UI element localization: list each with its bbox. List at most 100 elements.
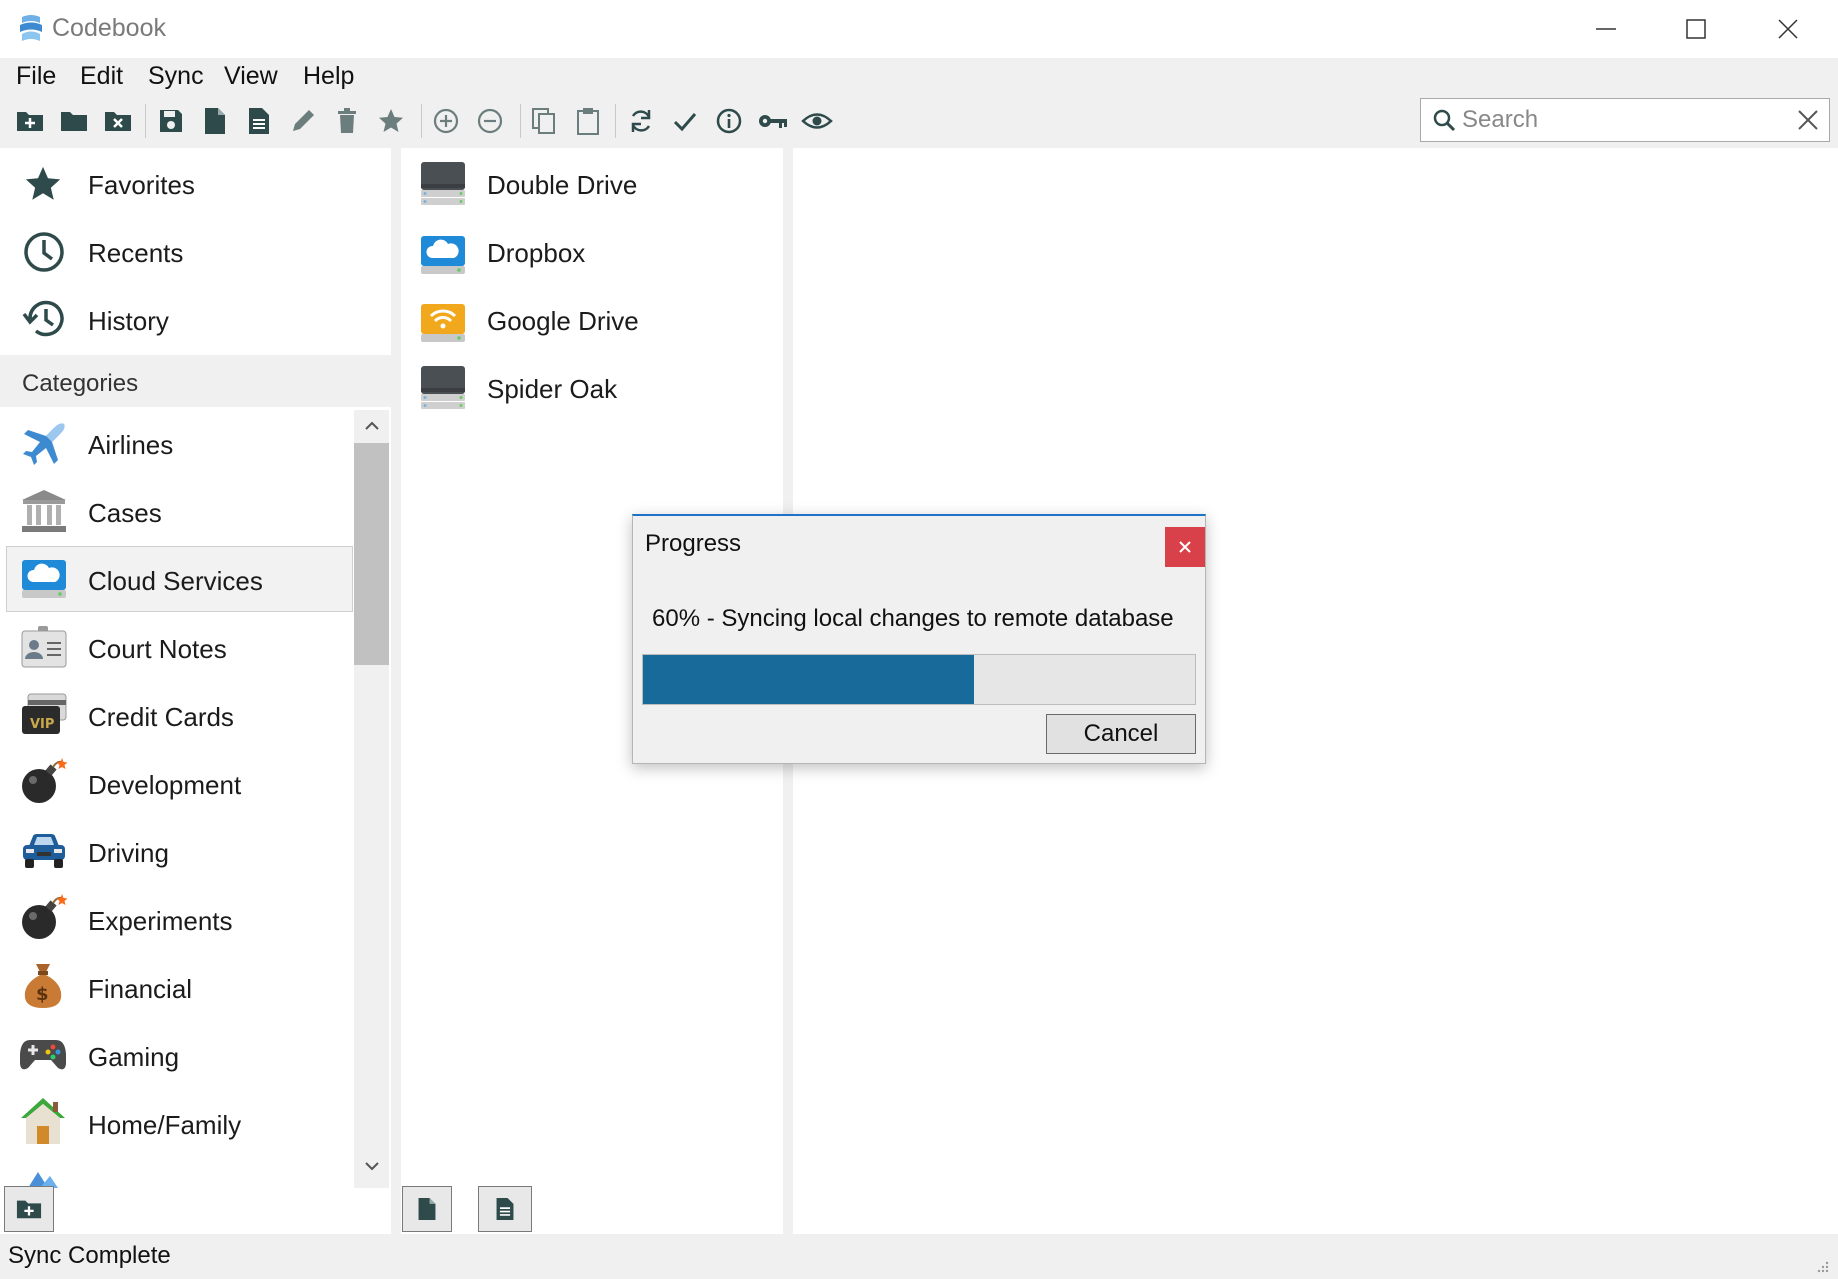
category-label: Experiments <box>88 906 233 936</box>
house-icon <box>20 1096 66 1146</box>
save-icon <box>160 110 182 132</box>
new-document-button[interactable] <box>240 102 278 140</box>
add-category-button[interactable] <box>4 1186 54 1232</box>
airplane-icon <box>20 420 68 468</box>
category-label: Cases <box>88 498 162 528</box>
category-label: Driving <box>88 838 169 868</box>
new-file-icon <box>205 108 225 134</box>
clear-search-icon[interactable] <box>1796 108 1820 132</box>
maximize-icon <box>1686 19 1706 39</box>
server-drive-icon <box>419 160 467 206</box>
check-icon <box>673 113 697 132</box>
eye-icon <box>801 113 833 129</box>
close-folder-button[interactable] <box>99 102 137 140</box>
search-input[interactable] <box>1462 104 1782 136</box>
minimize-button[interactable] <box>1560 0 1652 58</box>
add-field-button[interactable] <box>427 102 465 140</box>
server-drive-icon <box>419 364 467 410</box>
svg-text:VIP: VIP <box>30 717 54 732</box>
gamepad-icon <box>18 1034 68 1074</box>
toolbar-separator <box>421 104 422 138</box>
entry-label: Double Drive <box>487 170 638 200</box>
chevron-down-icon <box>364 1162 379 1171</box>
new-document-icon <box>496 1198 514 1220</box>
toolbar-separator <box>145 104 146 138</box>
money-bag-icon: $ <box>20 960 66 1010</box>
progress-bar <box>642 654 1196 705</box>
copy-button[interactable] <box>525 102 563 140</box>
category-label: Financial <box>88 974 193 1004</box>
verify-button[interactable] <box>666 102 704 140</box>
delete-button[interactable] <box>328 102 366 140</box>
new-folder-icon <box>16 1200 42 1219</box>
nav-label: Favorites <box>88 170 195 200</box>
progress-bar-fill <box>643 655 975 704</box>
scrollbar-thumb[interactable] <box>354 443 389 665</box>
paste-icon <box>577 108 599 135</box>
window-title: Codebook <box>52 14 166 42</box>
id-card-icon <box>20 624 68 670</box>
toolbar-separator <box>615 104 616 138</box>
edit-button[interactable] <box>284 102 322 140</box>
category-label: Cloud Services <box>88 566 263 596</box>
paste-button[interactable] <box>569 102 607 140</box>
category-label: Home/Family <box>88 1110 242 1140</box>
new-folder-icon <box>17 112 43 131</box>
clock-icon <box>23 231 65 273</box>
chevron-up-icon <box>364 421 379 430</box>
cancel-button[interactable]: Cancel <box>1046 714 1196 754</box>
open-folder-button[interactable] <box>55 102 93 140</box>
menu-help[interactable]: Help <box>303 62 354 91</box>
bank-building-icon <box>20 488 68 534</box>
new-file-button[interactable] <box>196 102 234 140</box>
category-label: Airlines <box>88 430 174 460</box>
close-folder-icon <box>105 112 131 131</box>
vip-card-icon: VIP <box>20 692 68 738</box>
favorite-button[interactable] <box>372 102 410 140</box>
save-button[interactable] <box>152 102 190 140</box>
sync-button[interactable] <box>622 102 660 140</box>
info-icon <box>716 108 742 134</box>
progress-message: 60% - Syncing local changes to remote da… <box>652 605 1174 632</box>
reveal-button[interactable] <box>798 102 836 140</box>
categories-header-label: Categories <box>22 370 139 397</box>
category-label: Gaming <box>88 1042 180 1072</box>
scroll-down-button[interactable] <box>354 1150 389 1182</box>
app-logo-icon <box>16 13 46 45</box>
new-folder-button[interactable] <box>11 102 49 140</box>
menu-edit[interactable]: Edit <box>80 62 123 91</box>
menu-file[interactable]: File <box>16 62 56 91</box>
entry-label: Dropbox <box>487 238 586 268</box>
category-label: Credit Cards <box>88 702 234 732</box>
dialog-close-button[interactable] <box>1165 527 1205 567</box>
menu-sync[interactable]: Sync <box>148 62 204 91</box>
info-button[interactable] <box>710 102 748 140</box>
remove-field-button[interactable] <box>471 102 509 140</box>
edit-pencil-icon <box>293 110 314 131</box>
category-label: Development <box>88 770 242 800</box>
pane-splitter[interactable] <box>391 148 401 1234</box>
new-file-icon <box>418 1198 436 1220</box>
star-icon <box>379 109 403 132</box>
bomb-icon <box>18 892 68 942</box>
close-icon <box>1179 541 1191 553</box>
key-icon <box>759 115 787 128</box>
password-button[interactable] <box>754 102 792 140</box>
cloud-drive-icon <box>20 556 68 600</box>
new-document-icon <box>249 108 269 134</box>
nav-label: Recents <box>88 238 184 268</box>
svg-text:$: $ <box>36 984 49 1005</box>
sync-icon <box>631 110 651 132</box>
close-window-button[interactable] <box>1742 0 1834 58</box>
maximize-button[interactable] <box>1650 0 1742 58</box>
resize-grip-icon[interactable] <box>1812 1256 1830 1274</box>
scroll-up-button[interactable] <box>354 410 389 442</box>
add-entry-button[interactable] <box>402 1186 452 1232</box>
open-folder-icon <box>61 112 87 131</box>
menu-view[interactable]: View <box>224 62 278 91</box>
partial-category-icon <box>22 1166 62 1188</box>
add-note-button[interactable] <box>478 1186 532 1232</box>
history-icon <box>22 298 66 340</box>
close-icon <box>1778 19 1798 39</box>
minimize-icon <box>1596 28 1616 30</box>
